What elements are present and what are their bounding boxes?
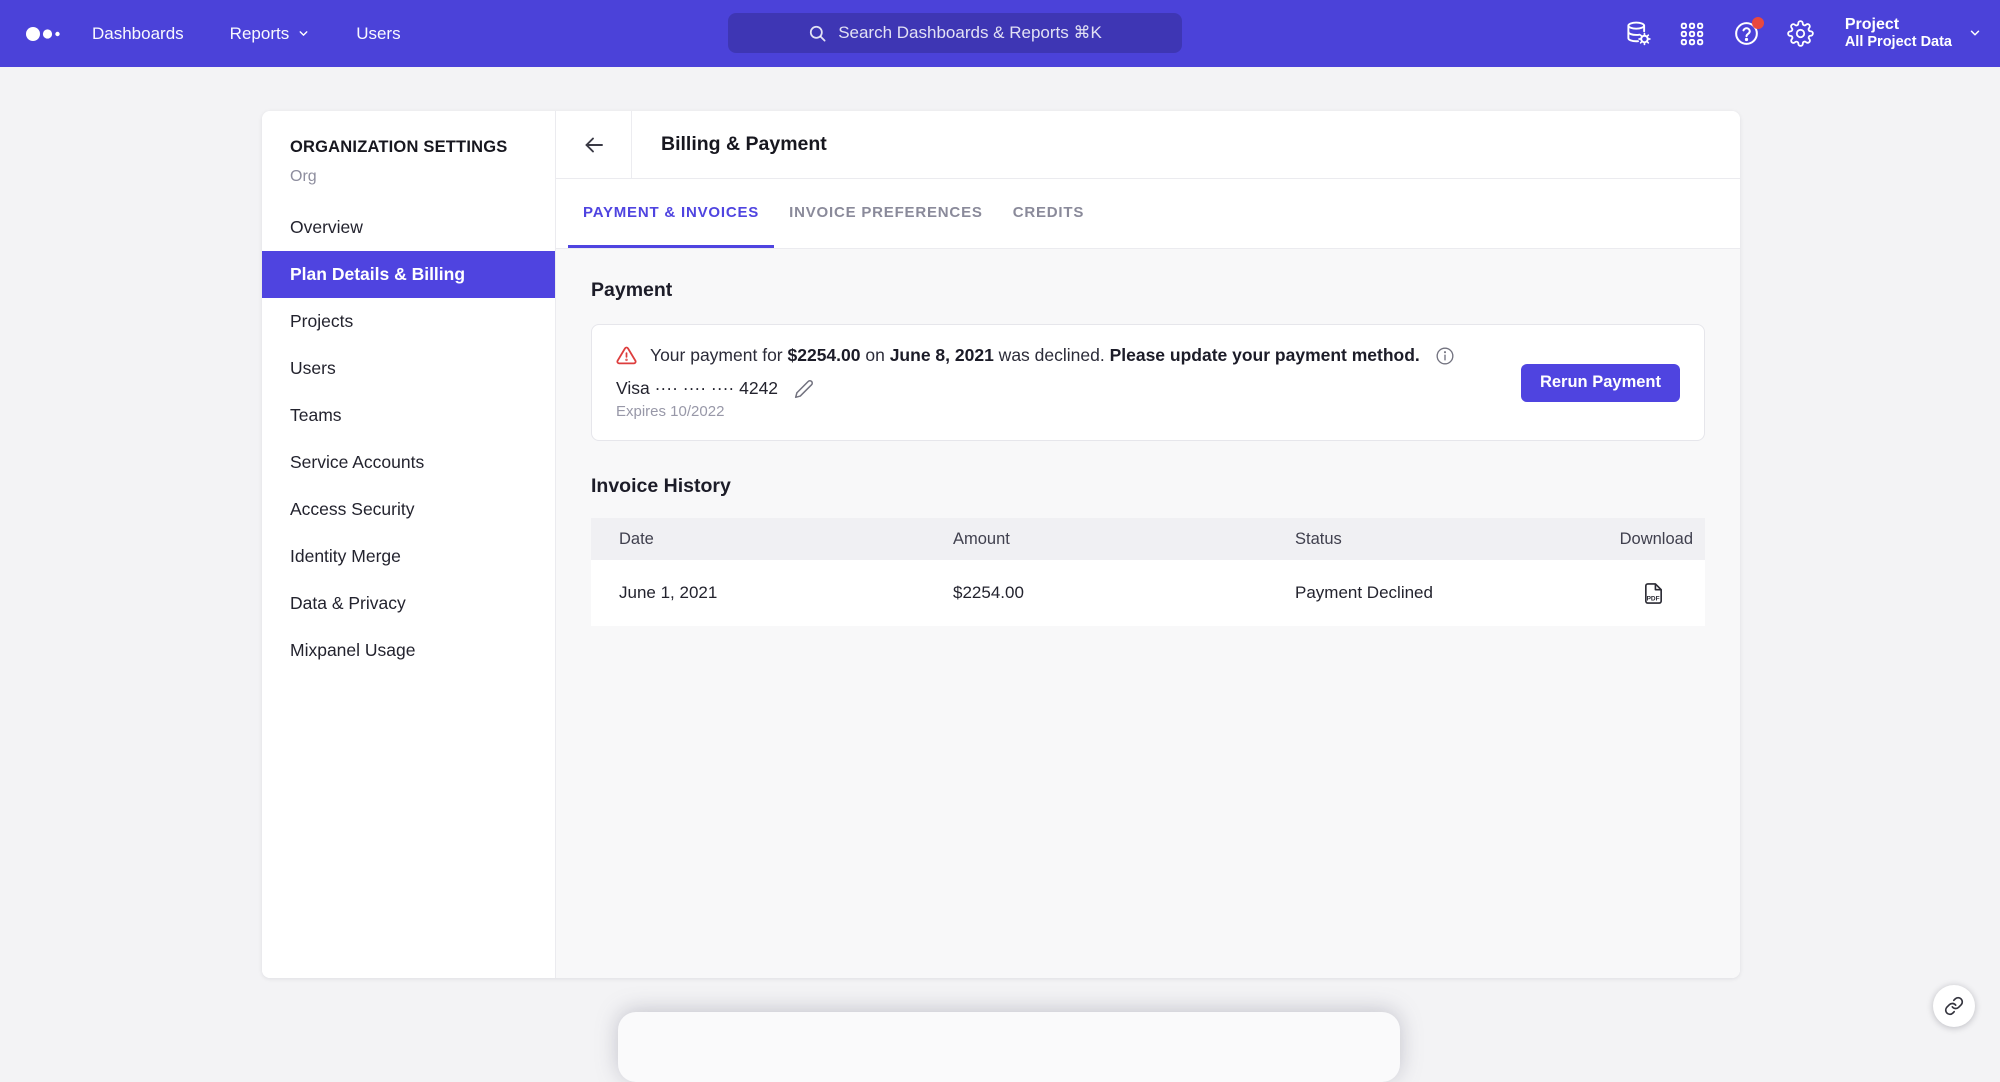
project-selector[interactable]: Project All Project Data [1845,15,1982,52]
sidebar-item-overview[interactable]: Overview [262,204,555,251]
alert-emphasis: Please update your payment method. [1110,345,1420,365]
payment-declined-card: Your payment for $2254.00 on June 8, 202… [591,324,1705,441]
invoice-history-title: Invoice History [591,475,1705,498]
sidebar-item-projects[interactable]: Projects [262,298,555,345]
nav-dashboards-label: Dashboards [92,24,184,44]
card-expiry: Expires 10/2022 [616,403,1680,420]
search-placeholder: Search Dashboards & Reports ⌘K [838,23,1102,43]
project-label: Project [1845,15,1952,34]
sidebar-nav: Overview Plan Details & Billing Projects… [262,204,555,674]
payment-declined-message: Your payment for $2254.00 on June 8, 202… [616,345,1680,366]
settings-card: ORGANIZATION SETTINGS Org Overview Plan … [262,111,1740,978]
alert-date: June 8, 2021 [890,345,994,365]
card-masked-number: Visa ···· ···· ···· 4242 [616,378,778,399]
download-invoice-button[interactable]: PDF [1585,582,1705,605]
org-settings-sidebar: ORGANIZATION SETTINGS Org Overview Plan … [262,111,556,978]
column-header-amount: Amount [925,530,1267,549]
pencil-icon [794,379,814,399]
alert-amount: $2254.00 [788,345,861,365]
gear-icon [1787,20,1814,47]
search-icon [808,24,827,43]
project-selector-text: Project All Project Data [1845,15,1952,52]
help-button[interactable] [1733,20,1760,47]
invoice-status: Payment Declined [1267,583,1585,603]
edit-payment-method-button[interactable] [794,379,814,399]
top-navbar: Dashboards Reports Users Search Dashboar… [0,0,2000,67]
payment-section-title: Payment [591,279,1705,302]
bottom-sheet-shadow [618,1012,1400,1082]
org-name: Org [262,168,555,186]
invoice-date: June 1, 2021 [591,583,925,603]
main-panel: Billing & Payment PAYMENT & INVOICES INV… [556,111,1740,978]
link-icon [1944,996,1964,1016]
apps-grid-button[interactable] [1679,20,1706,47]
tab-invoice-preferences[interactable]: INVOICE PREFERENCES [774,179,998,248]
sidebar-item-plan-details-billing[interactable]: Plan Details & Billing [262,251,555,298]
settings-button[interactable] [1787,20,1814,47]
arrow-left-icon [582,133,606,157]
pdf-file-icon: PDF [1642,582,1665,605]
chevron-down-icon [1968,26,1982,40]
nav-dashboards[interactable]: Dashboards [69,0,207,67]
sidebar-item-data-privacy[interactable]: Data & Privacy [262,580,555,627]
sidebar-item-teams[interactable]: Teams [262,392,555,439]
billing-tabs: PAYMENT & INVOICES INVOICE PREFERENCES C… [556,179,1740,249]
sidebar-item-service-accounts[interactable]: Service Accounts [262,439,555,486]
invoice-table-header: Date Amount Status Download [591,518,1705,560]
payment-info-button[interactable] [1435,346,1455,366]
column-header-status: Status [1267,530,1585,549]
tab-content: Payment Your payment for $2254.00 on Jun… [556,249,1740,978]
page-title: Billing & Payment [632,111,827,178]
nav-reports-label: Reports [230,24,290,44]
info-circle-icon [1435,346,1455,366]
svg-text:PDF: PDF [1647,595,1660,602]
sidebar-item-mixpanel-usage[interactable]: Mixpanel Usage [262,627,555,674]
search-input[interactable]: Search Dashboards & Reports ⌘K [728,13,1182,53]
back-button[interactable] [556,111,632,178]
mixpanel-logo-icon[interactable] [25,23,65,45]
nav-users[interactable]: Users [333,0,423,67]
app-root: Dashboards Reports Users Search Dashboar… [0,0,2000,1046]
alert-text-mid: on [861,345,890,365]
notification-dot [1752,17,1764,29]
column-header-date: Date [591,530,925,549]
invoice-table: Date Amount Status Download June 1, 2021… [591,518,1705,626]
invoice-table-row: June 1, 2021 $2254.00 Payment Declined P… [591,560,1705,626]
primary-nav: Dashboards Reports Users [69,0,424,67]
project-value: All Project Data [1845,34,1952,51]
nav-reports[interactable]: Reports [207,0,334,67]
page-header: Billing & Payment [556,111,1740,179]
rerun-payment-button[interactable]: Rerun Payment [1521,364,1680,402]
nav-users-label: Users [356,24,400,44]
alert-triangle-icon [616,345,637,366]
alert-text-suffix: was declined. [994,345,1110,365]
invoice-amount: $2254.00 [925,583,1267,603]
tab-credits[interactable]: CREDITS [998,179,1099,248]
navbar-actions: Project All Project Data [1625,0,1982,67]
chevron-down-icon [297,27,310,40]
sidebar-item-identity-merge[interactable]: Identity Merge [262,533,555,580]
copy-link-button[interactable] [1933,985,1975,1027]
sidebar-item-users[interactable]: Users [262,345,555,392]
grid-dots-icon [1679,21,1705,47]
data-management-button[interactable] [1625,20,1652,47]
column-header-download: Download [1585,530,1705,549]
sidebar-item-access-security[interactable]: Access Security [262,486,555,533]
database-gear-icon [1625,20,1652,47]
alert-text: Your payment for $2254.00 on June 8, 202… [650,345,1420,366]
sidebar-heading: ORGANIZATION SETTINGS [262,138,555,157]
tab-payment-invoices[interactable]: PAYMENT & INVOICES [568,179,774,248]
alert-text-prefix: Your payment for [650,345,788,365]
